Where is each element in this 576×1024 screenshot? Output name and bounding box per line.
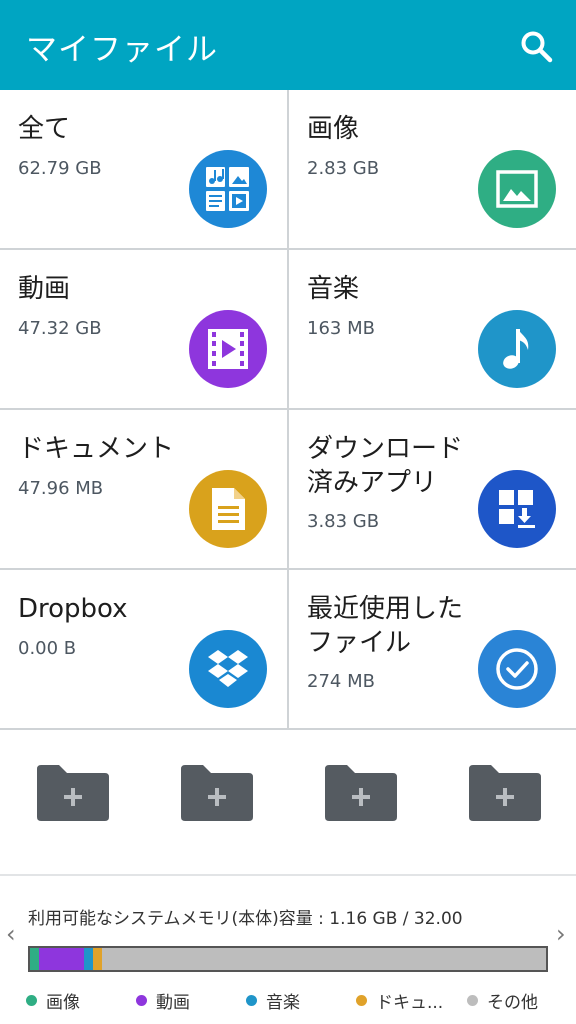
legend-dot-icon bbox=[467, 995, 478, 1006]
tile-size: 2.83 GB bbox=[307, 158, 380, 179]
download-apps-icon bbox=[478, 470, 556, 548]
legend-dot-icon bbox=[356, 995, 367, 1006]
folder-shortcuts bbox=[0, 731, 576, 874]
tile-label: 最近使用した ファイル bbox=[307, 594, 464, 658]
category-grid: 全て 62.79 GB 画像 2.83 GB 動画 47.32 GB 音楽 16… bbox=[0, 90, 576, 730]
search-icon[interactable] bbox=[518, 28, 554, 64]
legend-label: ドキュ... bbox=[376, 993, 444, 1013]
storage-legend: 画像 動画 音楽 ドキュ... その他 bbox=[0, 988, 576, 1013]
image-icon bbox=[478, 150, 556, 228]
tile-label: 画像 bbox=[307, 114, 360, 144]
tile-recent-files[interactable]: 最近使用した ファイル 274 MB bbox=[289, 570, 576, 728]
tile-dropbox[interactable]: Dropbox 0.00 B bbox=[0, 570, 287, 728]
legend-label: 音楽 bbox=[266, 993, 300, 1013]
storage-segment bbox=[84, 948, 93, 970]
storage-bar bbox=[28, 946, 548, 972]
tile-size: 47.96 MB bbox=[18, 478, 104, 499]
music-icon bbox=[478, 310, 556, 388]
dropbox-icon bbox=[189, 630, 267, 708]
tile-size: 47.32 GB bbox=[18, 318, 102, 339]
storage-text: 利用可能なシステムメモリ(本体)容量 : 1.16 GB / 32.00 bbox=[28, 909, 463, 929]
tile-all[interactable]: 全て 62.79 GB bbox=[0, 90, 287, 248]
tile-videos[interactable]: 動画 47.32 GB bbox=[0, 250, 287, 408]
storage-segment bbox=[101, 948, 546, 970]
video-icon bbox=[189, 310, 267, 388]
all-files-icon bbox=[189, 150, 267, 228]
legend-dot-icon bbox=[26, 995, 37, 1006]
tile-size: 163 MB bbox=[307, 318, 375, 339]
chevron-left-icon[interactable]: ‹ bbox=[6, 920, 16, 948]
tile-label: Dropbox bbox=[18, 594, 128, 624]
legend-item: ドキュ... bbox=[356, 988, 443, 1013]
legend-dot-icon bbox=[246, 995, 257, 1006]
tile-label: 全て bbox=[18, 114, 71, 144]
tile-label: ドキュメント bbox=[18, 434, 175, 464]
add-folder-icon[interactable] bbox=[469, 765, 541, 821]
tile-size: 62.79 GB bbox=[18, 158, 102, 179]
add-folder-icon[interactable] bbox=[181, 765, 253, 821]
tile-label: 動画 bbox=[18, 274, 71, 304]
storage-segment bbox=[38, 948, 85, 970]
tile-label: ダウンロード 済みアプリ bbox=[307, 434, 464, 498]
add-folder-icon[interactable] bbox=[325, 765, 397, 821]
legend-label: 画像 bbox=[46, 993, 80, 1013]
add-folder-icon[interactable] bbox=[37, 765, 109, 821]
page-title: マイファイル bbox=[26, 32, 218, 68]
tile-size: 3.83 GB bbox=[307, 511, 380, 532]
storage-segment bbox=[30, 948, 39, 970]
legend-item: 音楽 bbox=[246, 988, 300, 1013]
document-icon bbox=[189, 470, 267, 548]
tile-music[interactable]: 音楽 163 MB bbox=[289, 250, 576, 408]
tile-label: 音楽 bbox=[307, 274, 360, 304]
legend-item: 画像 bbox=[26, 988, 80, 1013]
tile-images[interactable]: 画像 2.83 GB bbox=[289, 90, 576, 248]
tile-documents[interactable]: ドキュメント 47.96 MB bbox=[0, 410, 287, 568]
legend-dot-icon bbox=[136, 995, 147, 1006]
storage-summary: 利用可能なシステムメモリ(本体)容量 : 1.16 GB / 32.00 ‹ ›… bbox=[0, 876, 576, 1024]
legend-item: 動画 bbox=[136, 988, 190, 1013]
tile-size: 0.00 B bbox=[18, 638, 77, 659]
storage-segment bbox=[92, 948, 102, 970]
tile-size: 274 MB bbox=[307, 671, 375, 692]
legend-item: その他 bbox=[467, 988, 538, 1013]
legend-label: その他 bbox=[487, 993, 538, 1013]
legend-label: 動画 bbox=[156, 993, 190, 1013]
app-bar: マイファイル bbox=[0, 0, 576, 90]
chevron-right-icon[interactable]: › bbox=[556, 920, 566, 948]
tile-downloaded-apps[interactable]: ダウンロード 済みアプリ 3.83 GB bbox=[289, 410, 576, 568]
recent-files-icon bbox=[478, 630, 556, 708]
